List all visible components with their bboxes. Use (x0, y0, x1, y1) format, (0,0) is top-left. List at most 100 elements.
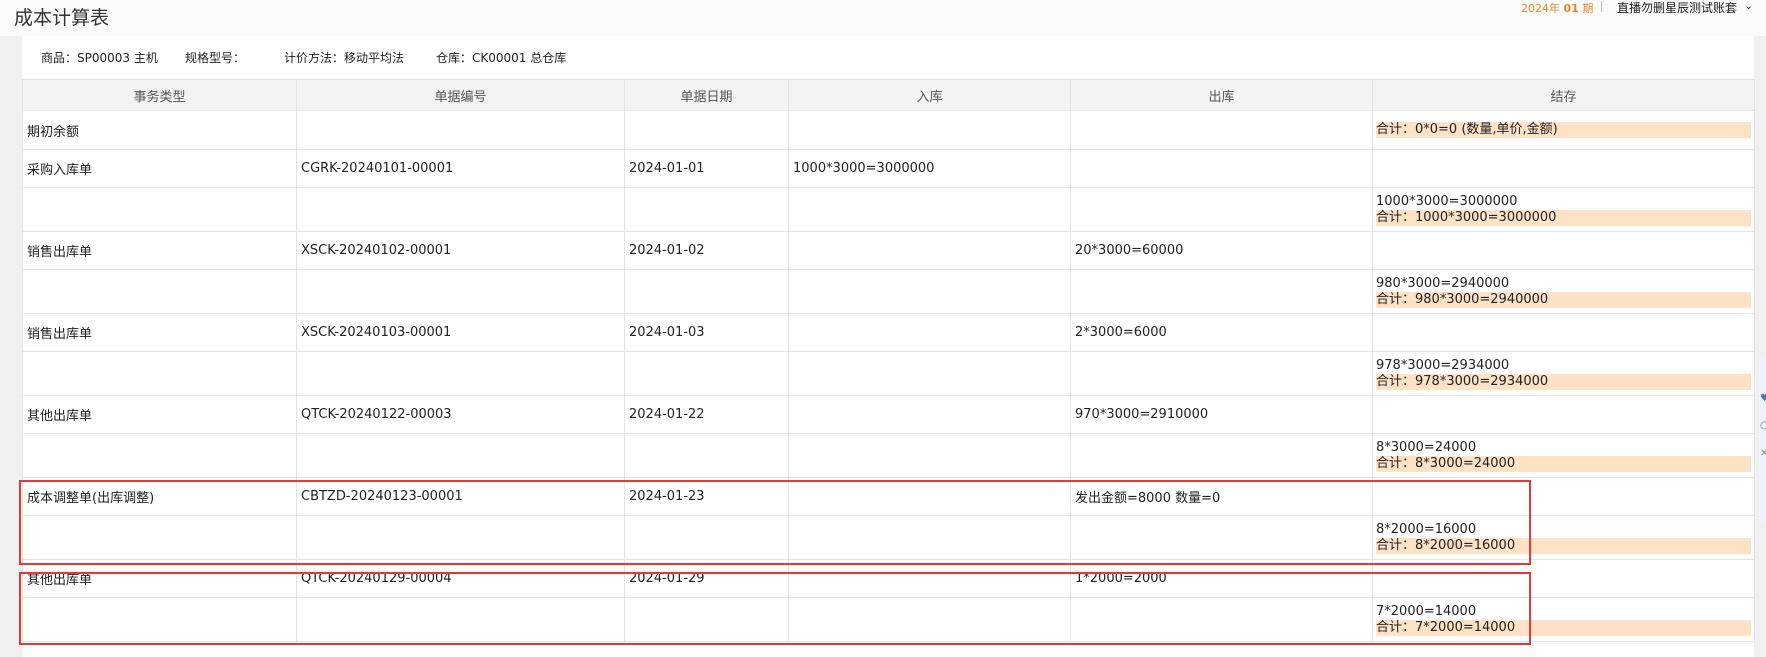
cell-in (788, 110, 1071, 150)
side-toolbar[interactable] (1759, 355, 1766, 525)
table-row[interactable]: 1000*3000=3000000 合计：1000*3000=3000000 (22, 187, 1755, 232)
cell-date (624, 110, 789, 150)
period-year: 2024年 (1521, 2, 1560, 15)
stock-total: 合计：8*3000=24000 (1376, 455, 1751, 472)
cell-stock: 7*2000=14000 合计：7*2000=14000 (1372, 597, 1755, 642)
cell-in: 1000*3000=3000000 (788, 149, 1071, 188)
cell-type (22, 433, 297, 478)
cell-date (624, 269, 789, 314)
cell-in (788, 515, 1071, 560)
cell-in (788, 477, 1071, 516)
product-info: 商品：SP00003 主机 (41, 51, 158, 65)
cell-stock: 1000*3000=3000000 合计：1000*3000=3000000 (1372, 187, 1755, 232)
cell-stock (1372, 477, 1755, 516)
cell-stock: 合计：0*0=0 (数量,单价,金额) (1372, 110, 1755, 150)
account-selector[interactable]: 直播勿删星辰测试账套 (1617, 0, 1737, 16)
cost-table: 事务类型 单据编号 单据日期 入库 出库 结存 期初余额 合计：0*0=0 (数量… (22, 79, 1755, 657)
cell-type: 期初余额 (22, 110, 297, 150)
table-row[interactable]: 8*2000=16000 合计：8*2000=16000 (22, 515, 1755, 560)
cell-date (624, 433, 789, 478)
cell-date: 2024-01-22 (624, 395, 789, 434)
cell-out (1070, 269, 1373, 314)
table-row[interactable]: 978*3000=2934000 合计：978*3000=2934000 (22, 351, 1755, 396)
table-row[interactable]: 成本调整单(出库调整) CBTZD-20240123-00001 2024-01-2… (22, 477, 1755, 516)
cell-stock (1372, 395, 1755, 434)
col-stock[interactable]: 结存 (1372, 79, 1755, 111)
col-in[interactable]: 入库 (788, 79, 1071, 111)
stock-line: 7*2000=14000 (1376, 603, 1477, 619)
cell-out: 1*2000=2000 (1070, 559, 1373, 598)
cell-stock: 978*3000=2934000 合计：978*3000=2934000 (1372, 351, 1755, 396)
cell-doc-no: QTCK-20240122-00003 (296, 395, 625, 434)
cell-in (788, 395, 1071, 434)
warehouse-info: 仓库：CK00001 总仓库 (436, 51, 567, 65)
cell-out (1070, 149, 1373, 188)
period-indicator[interactable]: 2024年 01 期 (1521, 0, 1593, 16)
cell-doc-no: XSCK-20240102-00001 (296, 231, 625, 270)
cell-type (22, 351, 297, 396)
period-suffix: 期 (1582, 2, 1594, 15)
cell-out: 20*3000=60000 (1070, 231, 1373, 270)
table-row[interactable]: 采购入库单 CGRK-20240101-00001 2024-01-01 1000*3… (22, 149, 1755, 188)
cell-doc-no (296, 515, 625, 560)
cell-out (1070, 351, 1373, 396)
circle-icon[interactable]: ○ (1760, 420, 1766, 431)
close-icon[interactable]: ✕ (1760, 448, 1766, 459)
cell-out (1070, 110, 1373, 150)
table-row[interactable]: 其他出库单 QTCK-20240129-00004 2024-01-29 1*2000… (22, 559, 1755, 598)
col-date[interactable]: 单据日期 (624, 79, 789, 111)
cell-doc-no (296, 187, 625, 232)
cell-in (788, 269, 1071, 314)
period-number: 01 (1563, 2, 1579, 15)
cell-type: 其他出库单 (22, 559, 297, 598)
cell-date (624, 187, 789, 232)
page-title: 成本计算表 (14, 7, 110, 29)
stock-total: 合计：1000*3000=3000000 (1376, 209, 1751, 226)
table-row[interactable]: 销售出库单 XSCK-20240103-00001 2024-01-03 2*3000… (22, 313, 1755, 352)
cell-doc-no (296, 351, 625, 396)
col-doc-no[interactable]: 单据编号 (296, 79, 625, 111)
cell-type (22, 269, 297, 314)
cell-date: 2024-01-01 (624, 149, 789, 188)
cell-stock (1372, 313, 1755, 352)
table-row[interactable]: 980*3000=2940000 合计：980*3000=2940000 (22, 269, 1755, 314)
heart-icon[interactable]: ♥ (1760, 393, 1766, 404)
chevron-down-icon[interactable]: ⌄ (1744, 0, 1753, 12)
cell-doc-no (296, 110, 625, 150)
cell-date (624, 351, 789, 396)
table-row[interactable]: 期初余额 合计：0*0=0 (数量,单价,金额) (22, 110, 1755, 150)
cell-doc-no: QTCK-20240129-00004 (296, 559, 625, 598)
cell-in (788, 187, 1071, 232)
cell-stock: 8*2000=16000 合计：8*2000=16000 (1372, 515, 1755, 560)
table-header-row: 事务类型 单据编号 单据日期 入库 出库 结存 (22, 79, 1755, 111)
stock-total: 合计：978*3000=2934000 (1376, 373, 1751, 390)
cell-type (22, 187, 297, 232)
cell-doc-no: XSCK-20240103-00001 (296, 313, 625, 352)
col-out[interactable]: 出库 (1070, 79, 1373, 111)
cell-type: 销售出库单 (22, 313, 297, 352)
table-row[interactable]: 7*2000=14000 合计：7*2000=14000 (22, 597, 1755, 642)
cell-in (788, 433, 1071, 478)
cell-type: 销售出库单 (22, 231, 297, 270)
cell-doc-no (296, 269, 625, 314)
cell-in (788, 559, 1071, 598)
cell-type: 采购入库单 (22, 149, 297, 188)
stock-line: 8*3000=24000 (1376, 439, 1477, 455)
header-divider (1601, 1, 1602, 12)
cell-out (1070, 433, 1373, 478)
method-info: 计价方法：移动平均法 (284, 51, 405, 65)
cell-type: 成本调整单(出库调整) (22, 477, 297, 516)
cell-out (1070, 597, 1373, 642)
col-type[interactable]: 事务类型 (22, 79, 297, 111)
stock-total: 合计：8*2000=16000 (1376, 537, 1751, 554)
cell-in (788, 313, 1071, 352)
table-row[interactable]: 其他出库单 QTCK-20240122-00003 2024-01-22 970*30… (22, 395, 1755, 434)
table-row[interactable]: 8*3000=24000 合计：8*3000=24000 (22, 433, 1755, 478)
cell-out: 发出金额=8000 数量=0 (1070, 477, 1373, 516)
cell-date: 2024-01-23 (624, 477, 789, 516)
table-row[interactable]: 销售出库单 XSCK-20240102-00001 2024-01-02 20*300… (22, 231, 1755, 270)
cell-date (624, 597, 789, 642)
cell-in (788, 231, 1071, 270)
cell-stock (1372, 149, 1755, 188)
cell-date: 2024-01-03 (624, 313, 789, 352)
